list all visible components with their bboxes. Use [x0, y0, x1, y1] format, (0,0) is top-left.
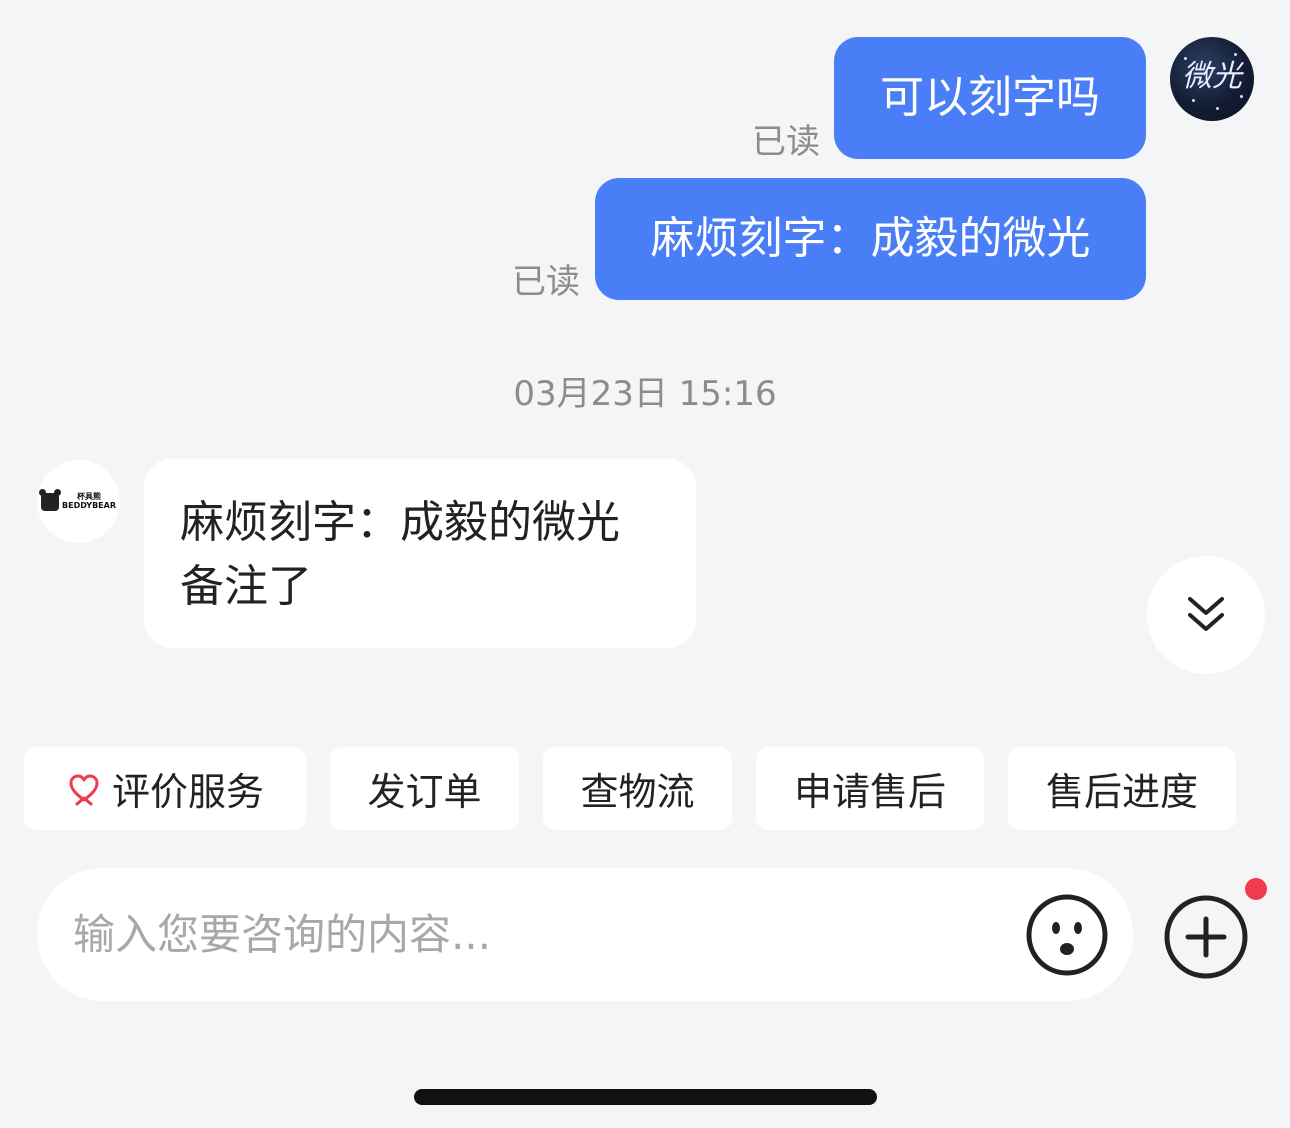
message-line-1: 麻烦刻字：成毅的微光	[180, 497, 620, 548]
read-status-1: 已读	[752, 122, 820, 162]
quick-action-label: 申请售后	[793, 770, 946, 814]
shop-logo: 杯具熊 BEDDYBEAR	[39, 488, 116, 511]
quick-action-after-sales-progress[interactable]: 售后进度	[1008, 747, 1236, 830]
quick-action-label: 评价服务	[111, 770, 264, 814]
avatar-logo-text: 微光	[1182, 59, 1242, 94]
message-input-bar	[37, 868, 1133, 1001]
notification-dot	[1245, 878, 1267, 900]
message-text: 可以刻字吗	[880, 72, 1100, 123]
emoji-icon[interactable]	[1025, 893, 1109, 977]
double-chevron-down-icon	[1188, 597, 1224, 631]
quick-action-apply-after-sales[interactable]: 申请售后	[756, 747, 984, 830]
message-input[interactable]	[73, 898, 1013, 970]
message-bubble-in[interactable]: 麻烦刻字：成毅的微光 备注了	[144, 459, 696, 648]
quick-action-label: 发订单	[367, 770, 482, 814]
bear-icon	[39, 488, 62, 511]
shop-avatar-icon[interactable]: 杯具熊 BEDDYBEAR	[37, 460, 120, 543]
quick-action-rate-service[interactable]: 评价服务	[24, 747, 306, 830]
quick-action-label: 售后进度	[1045, 770, 1198, 814]
read-status-2: 已读	[512, 262, 580, 302]
user-avatar-icon[interactable]: 微光	[1170, 37, 1254, 121]
quick-action-label: 查物流	[580, 770, 695, 814]
scroll-to-bottom-button[interactable]	[1147, 556, 1265, 674]
message-bubble-out-1[interactable]: 可以刻字吗	[834, 37, 1146, 159]
message-text: 麻烦刻字：成毅的微光	[650, 213, 1091, 264]
home-indicator[interactable]	[414, 1089, 877, 1105]
quick-action-track-logistics[interactable]: 查物流	[543, 747, 732, 830]
timestamp: 03月23日 15:16	[513, 374, 777, 414]
message-line-2: 备注了	[180, 561, 312, 612]
quick-action-send-order[interactable]: 发订单	[330, 747, 519, 830]
message-bubble-out-2[interactable]: 麻烦刻字：成毅的微光	[595, 178, 1146, 300]
shop-brand-en: BEDDYBEAR	[62, 500, 116, 510]
plus-icon[interactable]	[1163, 894, 1249, 980]
heart-hands-icon	[69, 774, 99, 805]
